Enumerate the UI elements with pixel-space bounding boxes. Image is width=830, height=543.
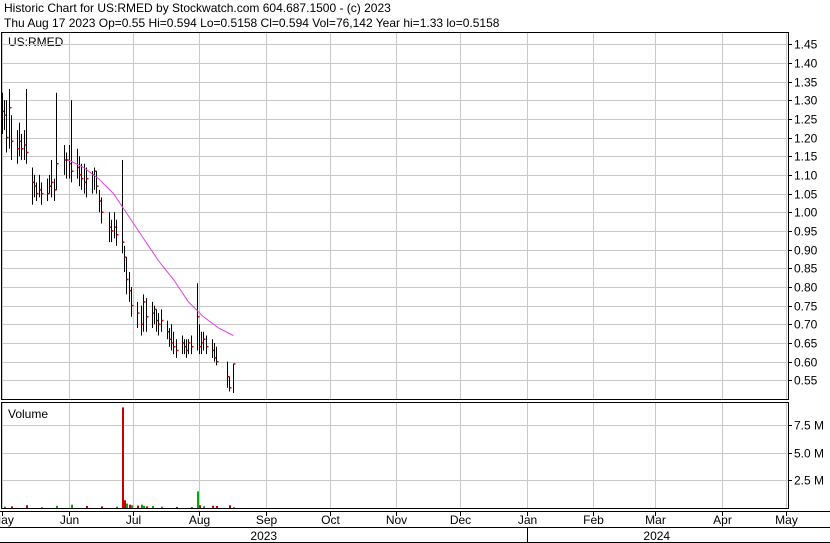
y-tick-label: 0.75 <box>794 300 818 314</box>
volume-bar <box>176 506 178 508</box>
x-tick-label: May <box>775 513 798 527</box>
x-tick-label: Sep <box>256 513 278 527</box>
y-tick-label: 0.80 <box>794 281 818 295</box>
volume-bar <box>56 505 58 508</box>
y-tick-label: 1.20 <box>794 132 818 146</box>
volume-bar <box>126 503 128 508</box>
volume-bar <box>116 506 118 508</box>
y-tick-label: 0.90 <box>794 244 818 258</box>
volume-bar <box>199 505 201 508</box>
volume-bar <box>229 505 231 508</box>
volume-title: Volume <box>8 407 48 421</box>
y-tick-label: 0.95 <box>794 225 818 239</box>
volume-tick-label: 5.0 M <box>794 447 824 461</box>
y-tick-label: 1.25 <box>794 113 818 127</box>
symbol-label: US:RMED <box>8 35 64 49</box>
volume-y-axis: 7.5 M 5.0 M 2.5 M <box>788 419 824 488</box>
x-tick-label: Feb <box>583 513 604 527</box>
volume-bar <box>212 505 214 508</box>
quote-summary: Thu Aug 17 2023 Op=0.55 Hi=0.594 Lo=0.51… <box>4 16 500 30</box>
volume-bar <box>41 507 43 509</box>
x-tick-label: Jun <box>60 513 79 527</box>
volume-bar <box>124 500 126 508</box>
volume-bar <box>233 507 235 509</box>
x-tick-label: May <box>0 513 14 527</box>
volume-bar <box>197 491 199 508</box>
y-tick-label: 0.70 <box>794 318 818 332</box>
y-tick-label: 1.40 <box>794 57 818 71</box>
volume-bar <box>86 506 88 508</box>
x-tick-label: Jul <box>126 513 141 527</box>
volume-tick-label: 2.5 M <box>794 474 824 488</box>
x-tick-label: Apr <box>713 513 732 527</box>
volume-bar <box>129 504 131 508</box>
year-label: 2024 <box>643 529 670 543</box>
stock-chart: Historic Chart for US:RMED by Stockwatch… <box>0 0 830 543</box>
chart-title: Historic Chart for US:RMED by Stockwatch… <box>4 1 391 15</box>
y-tick-label: 0.55 <box>794 374 818 388</box>
y-tick-label: 0.65 <box>794 337 818 351</box>
volume-bar <box>143 505 145 508</box>
y-tick-label: 0.85 <box>794 262 818 276</box>
volume-tick-label: 7.5 M <box>794 419 824 433</box>
x-tick-label: Oct <box>321 513 340 527</box>
volume-bar <box>101 506 103 508</box>
y-tick-label: 1.35 <box>794 76 818 90</box>
volume-bar <box>203 506 205 508</box>
volume-bar <box>152 506 154 508</box>
x-tick-label: Dec <box>450 513 471 527</box>
y-tick-label: 1.45 <box>794 38 818 52</box>
y-tick-label: 1.30 <box>794 94 818 108</box>
y-tick-label: 1.10 <box>794 169 818 183</box>
volume-bar <box>4 506 6 508</box>
volume-bar <box>137 505 139 508</box>
volume-bar <box>161 506 163 508</box>
volume-bar <box>71 504 73 508</box>
volume-bar <box>11 506 13 508</box>
volume-bar <box>191 507 193 509</box>
volume-bar <box>141 504 143 508</box>
volume-bar <box>131 505 133 508</box>
volume-bar <box>146 506 148 508</box>
volume-bar <box>26 505 28 508</box>
y-tick-label: 0.60 <box>794 356 818 370</box>
x-tick-label: Nov <box>386 513 407 527</box>
x-tick-label: Mar <box>645 513 666 527</box>
x-tick-label: Jan <box>518 513 537 527</box>
x-tick-label: Aug <box>189 513 210 527</box>
volume-bar <box>216 506 218 508</box>
y-tick-label: 1.15 <box>794 150 818 164</box>
year-label: 2023 <box>250 529 277 543</box>
y-tick-label: 1.00 <box>794 206 818 220</box>
volume-bar <box>122 407 124 508</box>
y-tick-label: 1.05 <box>794 188 818 202</box>
